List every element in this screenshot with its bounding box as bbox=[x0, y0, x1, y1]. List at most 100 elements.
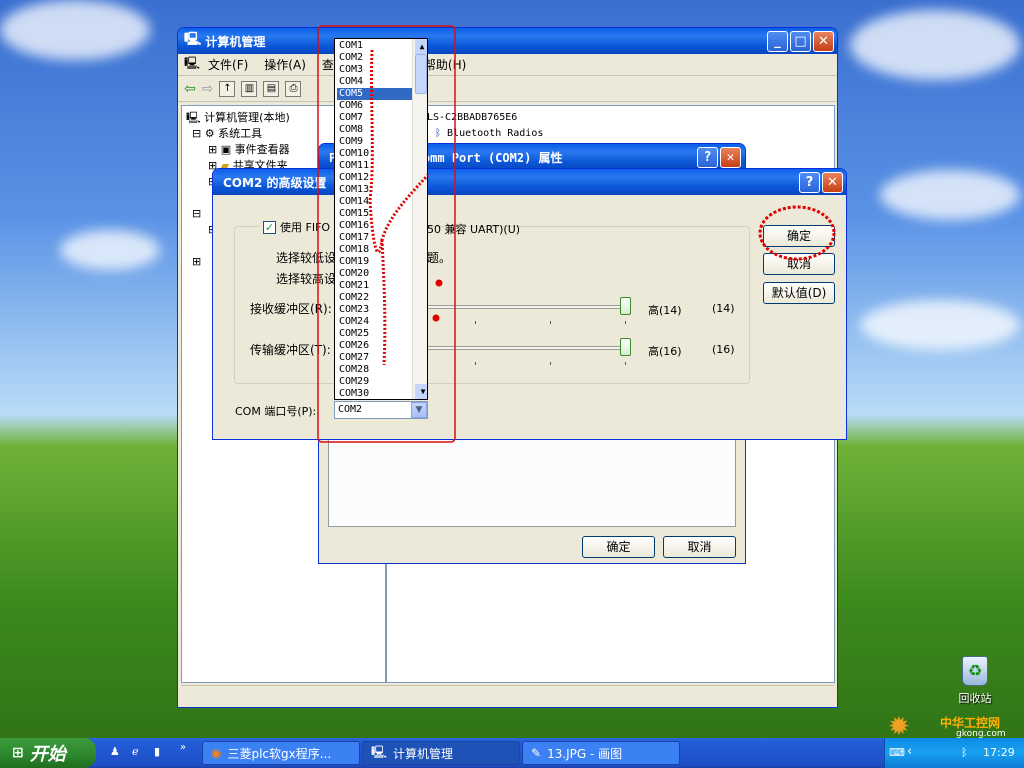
task-label: 13.JPG - 画图 bbox=[547, 746, 623, 761]
com-port-option[interactable]: COM20 bbox=[337, 268, 413, 280]
device-host-label: LS-C2BBADB765E6 bbox=[427, 112, 518, 123]
com-port-option[interactable]: COM29 bbox=[337, 376, 413, 388]
close-button[interactable]: ✕ bbox=[822, 172, 843, 193]
task-button-plc[interactable]: ◉ 三菱plc软gx程序... bbox=[202, 741, 360, 765]
low-setting-text: 选择较低设 bbox=[276, 251, 337, 265]
back-icon[interactable]: ⇦ bbox=[184, 81, 196, 97]
title-bar[interactable]: 🖳 计算机管理 _ □ ✕ bbox=[178, 28, 837, 54]
com-port-option[interactable]: COM16 bbox=[337, 220, 413, 232]
menu-action[interactable]: 操作(A) bbox=[264, 56, 306, 73]
com-port-option[interactable]: COM26 bbox=[337, 340, 413, 352]
scroll-down-icon[interactable]: ▼ bbox=[415, 384, 427, 399]
fifo-label: 使用 FIFO bbox=[280, 221, 331, 234]
com-port-option[interactable]: COM19 bbox=[337, 256, 413, 268]
show-tree-icon[interactable]: ▥ bbox=[241, 80, 258, 97]
com-port-option[interactable]: COM11 bbox=[337, 160, 413, 172]
computer-icon: 🖳 bbox=[186, 111, 205, 124]
maximize-button[interactable]: □ bbox=[790, 31, 811, 52]
receive-buffer-slider[interactable] bbox=[620, 297, 631, 315]
com-port-option[interactable]: COM4 bbox=[337, 76, 413, 88]
title-bar[interactable]: COM2 的高级设置 ? ✕ bbox=[213, 169, 846, 195]
tools-icon: ⚙ bbox=[204, 127, 215, 140]
com-port-dropdown-list[interactable]: COM1 COM2 COM3 COM4 COM5 COM6 COM7 COM8 COM9 COM1… bbox=[334, 38, 428, 400]
taskbar: ⊞ 开始 ♟ ℯ ▮ » ◉ 三菱plc软gx程序... 🖳 计算机管理 ✎ 1… bbox=[0, 738, 1024, 768]
device-item-bluetooth[interactable]: ᛒ Bluetooth Radios bbox=[427, 126, 794, 142]
fifo-label-suffix: 50 兼容 UART)(U) bbox=[427, 223, 521, 236]
task-button-paint[interactable]: ✎ 13.JPG - 画图 bbox=[522, 741, 680, 765]
fifo-checkbox-row[interactable]: ✓ 使用 FIFO bbox=[259, 219, 335, 235]
ok-button[interactable]: 确定 bbox=[763, 225, 835, 247]
com-port-option[interactable]: COM1 bbox=[337, 40, 413, 52]
com-port-option[interactable]: COM8 bbox=[337, 124, 413, 136]
up-folder-icon[interactable]: ↑ bbox=[219, 80, 236, 97]
print-icon[interactable]: ⎙ bbox=[285, 80, 302, 97]
show-hidden-icon[interactable]: ‹ bbox=[907, 744, 912, 759]
com-port-option[interactable]: COM30 bbox=[337, 388, 413, 399]
com-port-option[interactable]: COM12 bbox=[337, 172, 413, 184]
menu-help[interactable]: 帮助(H) bbox=[424, 56, 466, 73]
recycle-bin-label: 回收站 bbox=[958, 692, 992, 705]
com-port-option[interactable]: COM14 bbox=[337, 196, 413, 208]
bluetooth-icon[interactable]: ᛒ bbox=[961, 746, 968, 759]
chevron-down-icon[interactable]: ▼ bbox=[411, 402, 427, 418]
com-port-option[interactable]: COM13 bbox=[337, 184, 413, 196]
com-port-option[interactable]: COM2 bbox=[337, 52, 413, 64]
minimize-button[interactable]: _ bbox=[767, 31, 788, 52]
com-port-option[interactable]: COM3 bbox=[337, 64, 413, 76]
slider-tick bbox=[550, 362, 551, 365]
default-button[interactable]: 默认值(D) bbox=[763, 282, 835, 304]
forward-icon[interactable]: ⇨ bbox=[202, 81, 214, 97]
close-button[interactable]: ✕ bbox=[720, 147, 741, 168]
quicklaunch-media-icon[interactable]: ▮ bbox=[154, 745, 160, 758]
cancel-button[interactable]: 取消 bbox=[663, 536, 736, 558]
menu-view[interactable]: 查 bbox=[322, 56, 334, 73]
transmit-buffer-value: (16) bbox=[712, 343, 735, 356]
app-icon: 🖳 bbox=[184, 56, 201, 70]
quicklaunch-messenger-icon[interactable]: ♟ bbox=[110, 745, 120, 758]
com-port-option[interactable]: COM6 bbox=[337, 100, 413, 112]
transmit-buffer-slider[interactable] bbox=[620, 338, 631, 356]
com-port-option[interactable]: COM28 bbox=[337, 364, 413, 376]
com-port-option[interactable]: COM10 bbox=[337, 148, 413, 160]
receive-buffer-track[interactable] bbox=[427, 305, 627, 309]
help-button[interactable]: ? bbox=[697, 147, 718, 168]
scroll-up-icon[interactable]: ▲ bbox=[415, 39, 427, 54]
com-port-option[interactable]: COM5 bbox=[337, 88, 413, 100]
com-port-option[interactable]: COM24 bbox=[337, 316, 413, 328]
slider-tick bbox=[475, 321, 476, 324]
com-port-option[interactable]: COM22 bbox=[337, 292, 413, 304]
start-button[interactable]: ⊞ 开始 bbox=[0, 738, 96, 768]
tree-item-label: 事件查看器 bbox=[234, 143, 290, 156]
quicklaunch-more-icon[interactable]: » bbox=[180, 742, 186, 753]
com-port-option[interactable]: COM23 bbox=[337, 304, 413, 316]
scrollbar[interactable]: ▲ ▼ bbox=[412, 39, 427, 399]
system-tray: ⌨ ‹ ᛒ 17:29 bbox=[884, 738, 1024, 768]
com-port-option[interactable]: COM21 bbox=[337, 280, 413, 292]
com-port-select[interactable]: COM2 ▼ bbox=[334, 401, 428, 419]
help-button[interactable]: ? bbox=[799, 172, 820, 193]
event-viewer-icon: ▣ bbox=[220, 143, 232, 156]
keyboard-icon[interactable]: ⌨ bbox=[889, 746, 905, 759]
com-port-option[interactable]: COM7 bbox=[337, 112, 413, 124]
com-port-option[interactable]: COM17 bbox=[337, 232, 413, 244]
com-port-option[interactable]: COM9 bbox=[337, 136, 413, 148]
close-button[interactable]: ✕ bbox=[813, 31, 834, 52]
advanced-settings-dialog: COM2 的高级设置 ? ✕ ✓ 使用 FIFO 50 兼容 UART)(U) … bbox=[212, 168, 847, 440]
properties-icon[interactable]: ▤ bbox=[263, 80, 280, 97]
cancel-button[interactable]: 取消 bbox=[763, 253, 835, 275]
recycle-bin-icon: ♻ bbox=[962, 656, 988, 686]
scroll-thumb[interactable] bbox=[415, 54, 427, 94]
com-port-option[interactable]: COM27 bbox=[337, 352, 413, 364]
com-port-option[interactable]: COM18 bbox=[337, 244, 413, 256]
com-port-option[interactable]: COM15 bbox=[337, 208, 413, 220]
quicklaunch-ie-icon[interactable]: ℯ bbox=[132, 745, 139, 758]
fifo-checkbox[interactable]: ✓ bbox=[263, 220, 276, 234]
ok-button[interactable]: 确定 bbox=[582, 536, 655, 558]
high-setting-text: 选择较高设 bbox=[276, 272, 337, 286]
task-label: 计算机管理 bbox=[393, 746, 454, 761]
task-button-compmgmt[interactable]: 🖳 计算机管理 bbox=[362, 741, 520, 765]
com-port-option[interactable]: COM25 bbox=[337, 328, 413, 340]
recycle-bin[interactable]: ♻ 回收站 bbox=[950, 656, 1000, 706]
transmit-buffer-track[interactable] bbox=[427, 346, 627, 350]
menu-file[interactable]: 文件(F) bbox=[208, 56, 248, 73]
